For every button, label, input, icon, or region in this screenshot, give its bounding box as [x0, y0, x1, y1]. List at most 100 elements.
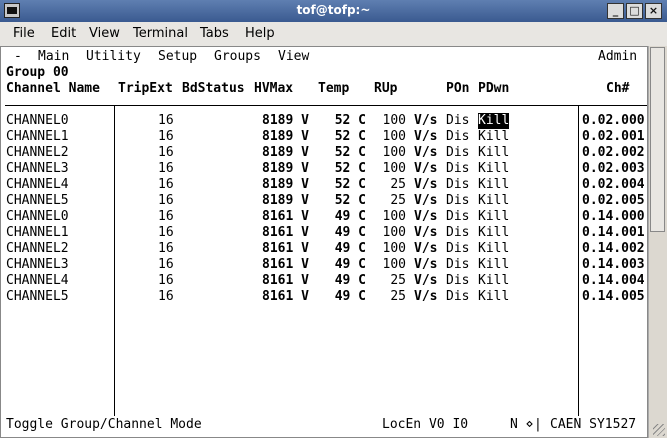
cell-rup-unit: V/s [414, 145, 438, 160]
cell-pdwn[interactable]: Kill [478, 129, 509, 145]
app-menu-view[interactable]: View [278, 49, 309, 65]
title-bar: tof@tofp:~ _ □ × [0, 0, 667, 22]
cell-pon: Dis [446, 273, 470, 288]
cell-ch: 0.02.004 [582, 177, 645, 192]
cell-pon: Dis [446, 129, 470, 144]
cell-hvmax: 8161 V [262, 241, 309, 256]
cell-name[interactable]: CHANNEL2 [6, 145, 69, 161]
menu-terminal[interactable]: Terminal [133, 26, 188, 41]
cell-trip: 16 [158, 145, 174, 160]
cell-rup-unit: V/s [414, 161, 438, 176]
app-menu-main[interactable]: Main [38, 49, 69, 65]
cell-name[interactable]: CHANNEL0 [6, 209, 69, 225]
resize-grip-icon[interactable] [653, 424, 665, 436]
cell-temp: 49 C [334, 241, 366, 256]
cell-rup: 25 [390, 273, 406, 288]
minimize-button[interactable]: _ [607, 3, 624, 19]
cell-pdwn[interactable]: Kill [478, 289, 509, 305]
cell-name[interactable]: CHANNEL3 [6, 257, 69, 273]
cell-hvmax: 8189 V [262, 161, 309, 176]
status-model: CAEN SY1527 [550, 417, 637, 432]
cell-rup-unit: V/s [414, 257, 438, 272]
window-title: tof@tofp:~ [296, 3, 371, 17]
col-pon: POn [446, 81, 470, 96]
cell-hvmax: 8189 V [262, 145, 309, 160]
cell-hvmax: 8161 V [262, 257, 309, 272]
cell-trip: 16 [158, 177, 174, 192]
scrollbar[interactable] [648, 46, 667, 438]
cell-pdwn[interactable]: Kill [478, 273, 509, 289]
menu-tabs[interactable]: Tabs [200, 26, 229, 41]
header-divider [5, 105, 647, 106]
cell-rup: 25 [390, 177, 406, 192]
cell-ch: 0.14.000 [582, 209, 645, 224]
cell-rup-unit: V/s [414, 273, 438, 288]
app-menu-groups[interactable]: Groups [214, 49, 261, 65]
cell-trip: 16 [158, 129, 174, 144]
cell-pdwn[interactable]: Kill [478, 225, 509, 241]
cell-trip: 16 [158, 225, 174, 240]
cell-rup-unit: V/s [414, 241, 438, 256]
cell-name[interactable]: CHANNEL5 [6, 193, 69, 209]
cell-trip: 16 [158, 241, 174, 256]
cell-temp: 49 C [334, 273, 366, 288]
cell-name[interactable]: CHANNEL1 [6, 129, 69, 145]
cell-pdwn[interactable]: Kill [478, 161, 509, 177]
col-ch: Ch# [606, 81, 630, 96]
cell-rup-unit: V/s [414, 209, 438, 224]
cell-hvmax: 8189 V [262, 113, 309, 128]
cell-pdwn[interactable]: Kill [478, 209, 509, 225]
cell-ch: 0.02.003 [582, 161, 645, 176]
cell-ch: 0.02.000 [582, 113, 645, 128]
cell-temp: 52 C [334, 145, 366, 160]
menu-view[interactable]: View [89, 26, 120, 41]
cell-hvmax: 8161 V [262, 273, 309, 288]
maximize-button[interactable]: □ [626, 3, 643, 19]
cell-hvmax: 8161 V [262, 225, 309, 240]
cell-pon: Dis [446, 177, 470, 192]
cell-temp: 52 C [334, 177, 366, 192]
cell-rup: 100 [382, 113, 406, 128]
cell-rup: 100 [382, 161, 406, 176]
terminal-area[interactable]: - Main Utility Setup Groups View Admin G… [0, 46, 648, 438]
col-tripext: TripExt [118, 81, 173, 96]
cell-name[interactable]: CHANNEL2 [6, 241, 69, 257]
cell-pdwn[interactable]: Kill [478, 177, 509, 193]
cell-temp: 52 C [334, 161, 366, 176]
cell-pdwn[interactable]: Kill [478, 241, 509, 257]
cell-rup: 100 [382, 257, 406, 272]
status-mode: LocEn V0 I0 [382, 417, 469, 432]
cell-ch: 0.02.002 [582, 145, 645, 160]
cell-ch: 0.14.005 [582, 289, 645, 304]
cell-ch: 0.14.002 [582, 241, 645, 256]
cell-pdwn[interactable]: Kill [478, 145, 509, 161]
cell-name[interactable]: CHANNEL3 [6, 161, 69, 177]
menu-file[interactable]: File [13, 26, 35, 41]
cell-trip: 16 [158, 289, 174, 304]
cell-pon: Dis [446, 289, 470, 304]
close-button[interactable]: × [645, 3, 662, 19]
cell-pdwn[interactable]: Kill [478, 257, 509, 273]
scrollbar-thumb[interactable] [650, 47, 665, 232]
cell-rup: 25 [390, 193, 406, 208]
col-channel-name: Channel Name [6, 81, 100, 96]
menu-help[interactable]: Help [245, 26, 275, 41]
cell-temp: 52 C [334, 129, 366, 144]
menu-edit[interactable]: Edit [51, 26, 76, 41]
cell-pon: Dis [446, 145, 470, 160]
group-label: Group 00 [6, 65, 69, 80]
cell-pdwn[interactable]: Kill [478, 113, 510, 129]
cell-name[interactable]: CHANNEL0 [6, 113, 69, 129]
app-menu-setup[interactable]: Setup [158, 49, 197, 65]
cell-name[interactable]: CHANNEL5 [6, 289, 69, 305]
user-level: Admin [598, 49, 638, 64]
cell-rup-unit: V/s [414, 129, 438, 144]
cell-rup-unit: V/s [414, 177, 438, 192]
cell-pon: Dis [446, 225, 470, 240]
cell-name[interactable]: CHANNEL1 [6, 225, 69, 241]
cell-name[interactable]: CHANNEL4 [6, 273, 69, 289]
cell-pdwn[interactable]: Kill [478, 193, 509, 209]
column-divider-right [578, 106, 579, 416]
app-menu-utility[interactable]: Utility [86, 49, 141, 65]
cell-name[interactable]: CHANNEL4 [6, 177, 69, 193]
